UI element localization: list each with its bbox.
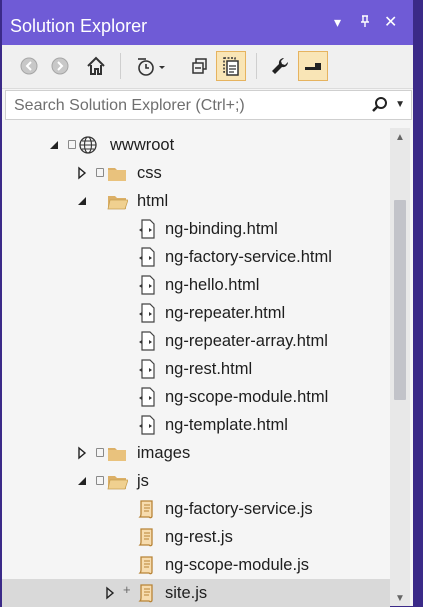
forward-button[interactable] (45, 51, 75, 81)
vertical-scrollbar[interactable]: ▲ ▼ (390, 128, 410, 606)
tree-item-html-file[interactable]: ng-repeater-array.html (2, 327, 390, 355)
html-file-icon (139, 275, 155, 295)
tree-item-js[interactable]: js (2, 467, 390, 495)
tree-item-label: ng-rest.js (165, 528, 233, 546)
js-file-icon (138, 556, 153, 575)
tree-item-label: ng-binding.html (165, 220, 278, 238)
js-file-icon (138, 584, 153, 603)
html-file-icon (139, 303, 155, 323)
html-file-icon (139, 359, 155, 379)
tree-item-html-file[interactable]: ng-repeater.html (2, 299, 390, 327)
folder-icon (108, 448, 126, 461)
html-file-icon (139, 331, 155, 351)
clock-filter-icon (138, 58, 165, 76)
solution-explorer-panel: Solution Explorer ▾ ✕ Search Solution Ex… (2, 0, 413, 607)
pin-icon[interactable] (358, 14, 372, 31)
toolbar-separator (256, 53, 257, 79)
html-file-icon (139, 387, 155, 407)
html-file-icon (139, 415, 155, 435)
wrench-icon (272, 57, 289, 74)
tree-item-html-file[interactable]: ng-factory-service.html (2, 243, 390, 271)
tree-item-html-file[interactable]: ng-rest.html (2, 355, 390, 383)
tree-item-label: ng-factory-service.js (165, 500, 313, 518)
home-icon (87, 56, 105, 75)
tree-item-label: css (137, 164, 162, 182)
js-file-icon (138, 500, 153, 519)
back-arrow-icon (20, 57, 38, 75)
tree-item-js-file[interactable]: ng-scope-module.js (2, 551, 390, 579)
tree-item-site-js[interactable]: + site.js (2, 579, 390, 607)
html-file-icon (139, 219, 155, 239)
folder-open-icon (107, 476, 128, 490)
expanded-arrow-icon (50, 141, 58, 149)
show-all-files-button[interactable] (216, 51, 246, 81)
collapse-all-button[interactable] (185, 51, 215, 81)
lock-icon (68, 140, 76, 149)
tree-item-html-file[interactable]: ng-hello.html (2, 271, 390, 299)
js-file-icon (138, 528, 153, 547)
folder-open-icon (107, 196, 128, 210)
folder-icon (108, 168, 126, 181)
tree-item-label: site.js (165, 584, 208, 602)
tree-item-label: html (137, 192, 169, 210)
tree-item-label: ng-scope-module.js (165, 556, 309, 574)
tree-item-images[interactable]: images (2, 439, 390, 467)
window-menu-icon[interactable]: ▾ (334, 14, 341, 31)
close-icon[interactable]: ✕ (384, 12, 397, 32)
search-icon[interactable] (371, 96, 389, 119)
scroll-up-arrow-icon[interactable]: ▲ (395, 132, 405, 143)
lock-icon (96, 476, 104, 485)
scrollbar-thumb[interactable] (394, 200, 406, 400)
tree-item-js-file[interactable]: ng-factory-service.js (2, 495, 390, 523)
search-placeholder: Search Solution Explorer (Ctrl+;) (14, 97, 245, 114)
tree-item-html-file[interactable]: ng-scope-module.html (2, 383, 390, 411)
toolbar-separator (120, 53, 121, 79)
tree-item-label: js (137, 472, 149, 490)
pending-changes-filter-button[interactable] (130, 51, 172, 81)
tree-item-html-file[interactable]: ng-binding.html (2, 215, 390, 243)
show-all-files-icon (223, 57, 239, 76)
home-button[interactable] (81, 51, 111, 81)
tree-item-wwwroot[interactable]: wwwroot (2, 131, 390, 159)
collapsed-arrow-icon (78, 446, 87, 460)
lock-icon (96, 448, 104, 457)
tree-item-js-file[interactable]: ng-rest.js (2, 523, 390, 551)
lock-icon (96, 168, 104, 177)
tree-item-label: wwwroot (110, 136, 175, 154)
solution-tree: wwwroot css html ng-binding.html ng-fact… (2, 128, 413, 607)
tree-item-label: ng-repeater-array.html (165, 332, 328, 350)
tree-item-label: ng-hello.html (165, 276, 260, 294)
preview-icon (305, 63, 321, 70)
tree-item-html[interactable]: html (2, 187, 390, 215)
forward-arrow-icon (51, 57, 69, 75)
collapse-all-icon (192, 58, 207, 74)
tree-item-html-file[interactable]: ng-template.html (2, 411, 390, 439)
tree-item-label: ng-template.html (165, 416, 288, 434)
collapsed-arrow-icon (78, 166, 87, 180)
tree-item-label: ng-factory-service.html (165, 248, 332, 266)
preview-selected-items-button[interactable] (298, 51, 328, 81)
expanded-arrow-icon (78, 197, 86, 205)
panel-title: Solution Explorer (10, 16, 148, 36)
back-button[interactable] (14, 51, 44, 81)
search-options-chevron-down-icon[interactable]: ▼ (395, 99, 405, 110)
panel-titlebar: Solution Explorer ▾ ✕ (2, 0, 413, 45)
properties-button[interactable] (265, 51, 295, 81)
explorer-toolbar (2, 45, 413, 89)
tree-item-css[interactable]: css (2, 159, 390, 187)
collapsed-arrow-icon (106, 586, 115, 600)
search-box[interactable]: Search Solution Explorer (Ctrl+;) ▼ (5, 90, 412, 120)
expanded-arrow-icon (78, 477, 86, 485)
html-file-icon (139, 247, 155, 267)
tree-item-label: images (137, 444, 191, 462)
tree-item-label: ng-rest.html (165, 360, 253, 378)
tree-item-label: ng-scope-module.html (165, 388, 329, 406)
pending-add-icon: + (123, 582, 131, 597)
tree-item-label: ng-repeater.html (165, 304, 286, 322)
globe-icon (79, 136, 97, 154)
scroll-down-arrow-icon[interactable]: ▼ (395, 593, 405, 604)
